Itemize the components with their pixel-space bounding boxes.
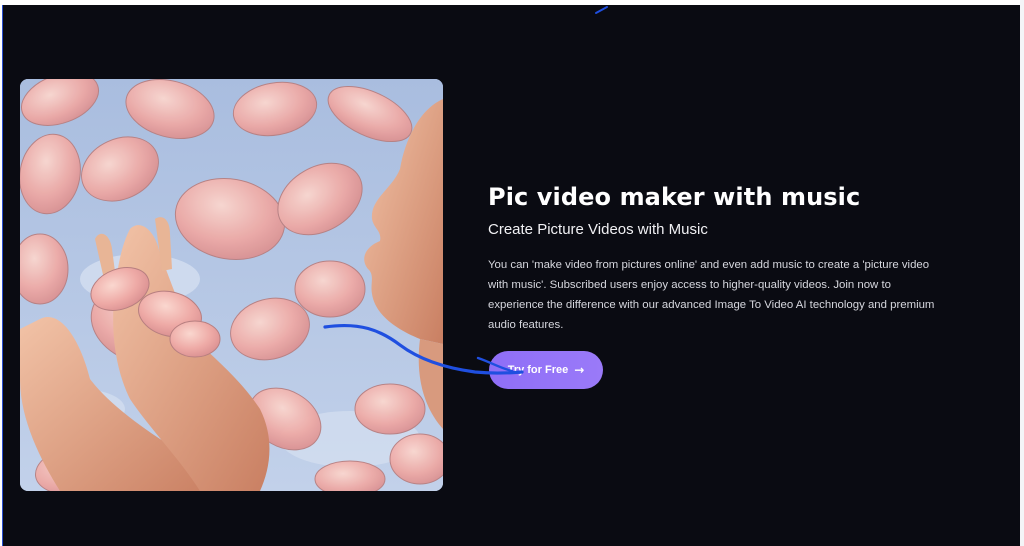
- arrow-right-icon: →: [574, 363, 585, 377]
- hero-image: [20, 79, 443, 491]
- browser-frame: Pic video maker with music Create Pictur…: [0, 0, 1024, 546]
- page-description: You can 'make video from pictures online…: [488, 259, 935, 331]
- scrollbar[interactable]: [1020, 0, 1024, 546]
- try-for-free-button[interactable]: Try for Free →: [489, 351, 603, 389]
- page-title: Pic video maker with music: [488, 183, 861, 211]
- page-subtitle: Create Picture Videos with Music: [488, 221, 708, 238]
- hero-text-block: Pic video maker with music Create Pictur…: [488, 180, 958, 335]
- petals-hands-illustration: [20, 79, 443, 491]
- cta-button-label: Try for Free: [507, 364, 569, 376]
